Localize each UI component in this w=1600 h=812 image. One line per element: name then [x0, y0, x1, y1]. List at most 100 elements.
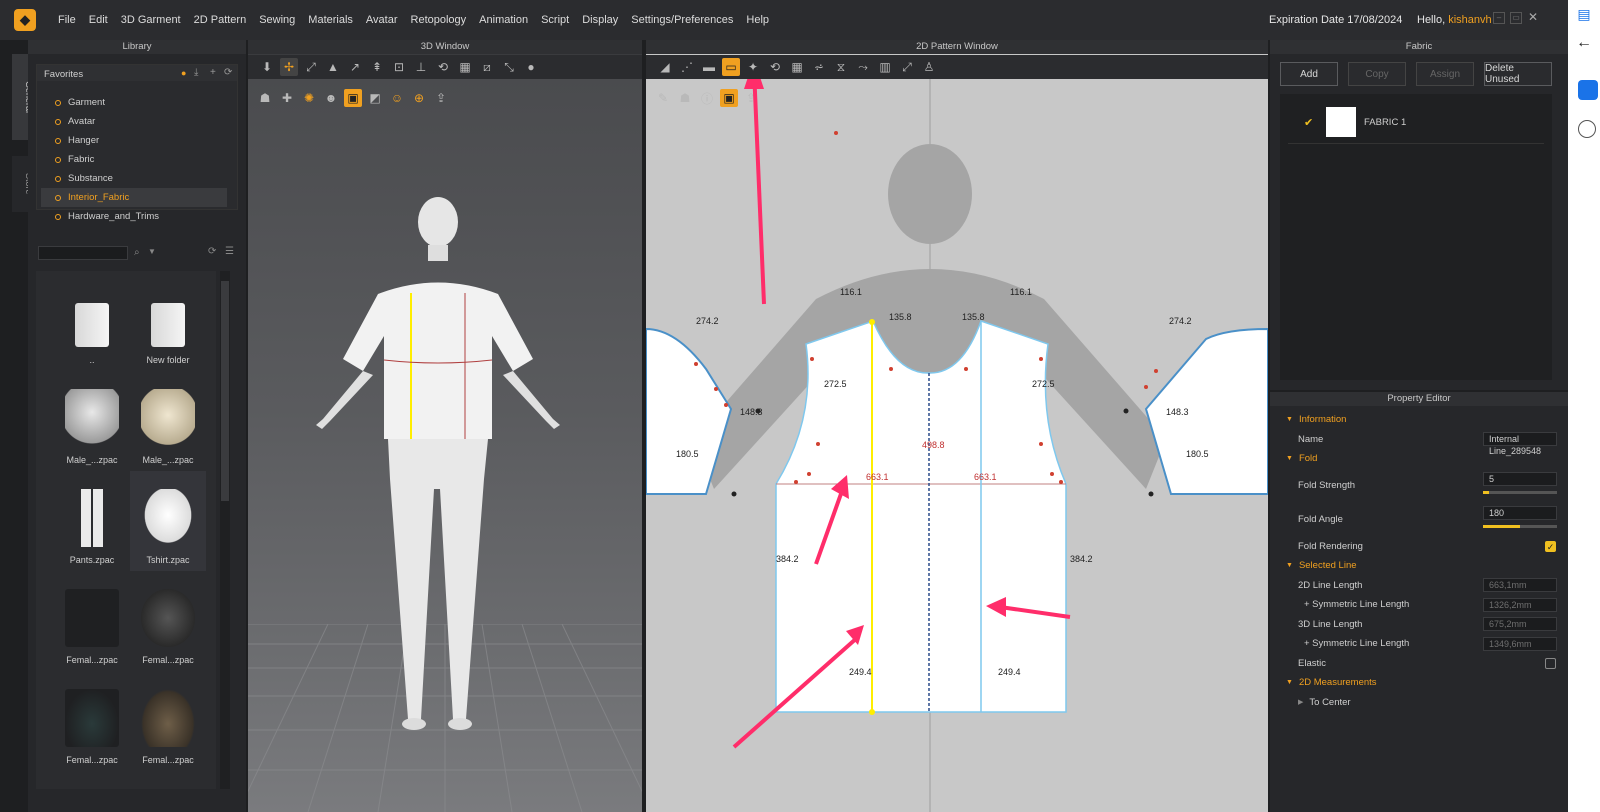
fold-strength-slider[interactable]: [1483, 490, 1557, 494]
internal-line-icon[interactable]: ✦: [744, 58, 762, 76]
window-3d-title: 3D Window: [420, 41, 470, 52]
fold-angle-field[interactable]: 180: [1483, 505, 1557, 520]
measure-icon[interactable]: ⧄: [478, 58, 496, 76]
fav-interior-fabric[interactable]: Interior_Fabric: [41, 188, 227, 207]
username-link[interactable]: kishanvh: [1448, 14, 1491, 26]
menu-3d-garment[interactable]: 3D Garment: [121, 14, 181, 26]
search-dropdown-icon[interactable]: ▼: [148, 247, 156, 256]
library-item-male-jacket[interactable]: Male_...zpac: [130, 371, 206, 471]
fav-avatar[interactable]: Avatar: [41, 112, 227, 131]
pin-icon[interactable]: ⊥: [412, 58, 430, 76]
fabric-assign-button[interactable]: Assign: [1416, 62, 1474, 86]
sym2d-label: + Symmetric Line Length: [1304, 599, 1410, 611]
menu-sewing[interactable]: Sewing: [259, 14, 295, 26]
library-item-pants[interactable]: Pants.zpac: [54, 471, 130, 571]
menu-edit[interactable]: Edit: [89, 14, 108, 26]
menu-display[interactable]: Display: [582, 14, 618, 26]
point-icon[interactable]: ●: [522, 58, 540, 76]
library-item-female-3[interactable]: Femal...zpac: [54, 671, 130, 771]
fav-garment[interactable]: Garment: [41, 93, 227, 112]
library-item-tshirt[interactable]: Tshirt.zpac: [130, 471, 206, 571]
download-icon[interactable]: ⤓: [194, 67, 198, 78]
menu-script[interactable]: Script: [541, 14, 569, 26]
line-tool-icon[interactable]: ↗: [346, 58, 364, 76]
pleat-icon[interactable]: ▥: [876, 58, 894, 76]
viewport-2d[interactable]: ✎ ☗ ⓘ ▣ ⇪ 116.1 135.8 135.8 116.1 274.2 …: [646, 79, 1268, 812]
library-item-label: Male_...zpac: [66, 455, 118, 465]
name-field[interactable]: Internal Line_289548: [1483, 432, 1557, 456]
menu-2d-pattern[interactable]: 2D Pattern: [194, 14, 247, 26]
fav-hardware-and-trims[interactable]: Hardware_and_Trims: [41, 207, 227, 226]
garment-tool-icon[interactable]: ▲: [324, 58, 342, 76]
library-refresh-icon[interactable]: ⟳: [208, 246, 216, 257]
viewport-3d[interactable]: ☗ ✚ ✺ ☻ ▣ ◩ ☺ ⊕ ⇪: [248, 79, 642, 812]
gizmo-icon[interactable]: ⇞: [368, 58, 386, 76]
menu-retopology[interactable]: Retopology: [411, 14, 467, 26]
doc-icon[interactable]: ▤: [1572, 6, 1596, 24]
tack-icon[interactable]: ⊡: [390, 58, 408, 76]
fold-arrangement-icon[interactable]: ▭: [722, 58, 740, 76]
to-center-row[interactable]: ▶ To Center: [1270, 693, 1568, 713]
section-information[interactable]: ▼ Information: [1270, 410, 1568, 430]
elastic-checkbox[interactable]: [1545, 657, 1556, 669]
menu-help[interactable]: Help: [746, 14, 769, 26]
library-scrollbar[interactable]: [220, 271, 230, 789]
library-search-input[interactable]: [38, 246, 128, 260]
library-scrollbar-thumb[interactable]: [221, 281, 229, 501]
property-editor-title: Property Editor: [1387, 393, 1451, 404]
fav-fabric[interactable]: Fabric: [41, 150, 227, 169]
library-item-parent-folder[interactable]: ..: [54, 271, 130, 371]
measure-2d-icon[interactable]: ⤢: [898, 58, 916, 76]
grid-icon[interactable]: ▦: [456, 58, 474, 76]
segment-sewing-icon[interactable]: ⧖: [832, 58, 850, 76]
fabric-copy-button[interactable]: Copy: [1348, 62, 1406, 86]
fabric-add-button[interactable]: Add: [1280, 62, 1338, 86]
window-2d: 2D Pattern Window ◢ ⋰ ▬ ▭ ✦ ⟲ ▦ ⩫ ⧖ ⤳ ▥ …: [646, 40, 1268, 812]
library-item-female-4[interactable]: Femal...zpac: [130, 671, 206, 771]
add-favorite-icon[interactable]: +: [210, 67, 216, 78]
fav-hanger[interactable]: Hanger: [41, 131, 227, 150]
account-icon[interactable]: [1578, 120, 1596, 138]
tape-icon[interactable]: ⤡: [500, 58, 518, 76]
move-icon[interactable]: ✢: [280, 58, 298, 76]
fold-angle-slider[interactable]: [1483, 524, 1557, 528]
menu-settings[interactable]: Settings/Preferences: [631, 14, 733, 26]
section-selected-line[interactable]: ▼ Selected Line: [1270, 556, 1568, 576]
minimize-button[interactable]: –: [1493, 12, 1505, 24]
library-item-male-hoodie[interactable]: Male_...zpac: [54, 371, 130, 471]
polygon-icon[interactable]: ▬: [700, 58, 718, 76]
edit-pattern-icon[interactable]: ⋰: [678, 58, 696, 76]
menu-materials[interactable]: Materials: [308, 14, 353, 26]
sewing-icon[interactable]: ⩫: [810, 58, 828, 76]
back-arrow-icon[interactable]: ←: [1572, 34, 1596, 52]
fav-bullet-icon: [55, 118, 61, 125]
trace-icon[interactable]: ⟲: [766, 58, 784, 76]
fold-rendering-checkbox[interactable]: ✓: [1545, 540, 1556, 552]
menu-file[interactable]: File: [58, 14, 76, 26]
select-mesh-icon[interactable]: ⤢: [302, 58, 320, 76]
library-item-female-1[interactable]: Femal...zpac: [54, 571, 130, 671]
menu-avatar[interactable]: Avatar: [366, 14, 398, 26]
docs-app-icon[interactable]: [1578, 80, 1598, 100]
list-view-icon[interactable]: ☰: [225, 246, 234, 257]
close-window-button[interactable]: ✕: [1527, 11, 1539, 24]
refresh-icon[interactable]: ⟳: [224, 67, 232, 78]
search-icon[interactable]: ⌕: [134, 247, 140, 258]
menu-animation[interactable]: Animation: [479, 14, 528, 26]
free-sewing-icon[interactable]: ⤳: [854, 58, 872, 76]
fabric-delete-unused-button[interactable]: Delete Unused: [1484, 62, 1552, 86]
section-2d-measurements[interactable]: ▼ 2D Measurements: [1270, 673, 1568, 693]
fold-strength-field[interactable]: 5: [1483, 471, 1557, 486]
library-item-female-2[interactable]: Femal...zpac: [130, 571, 206, 671]
fav-substance[interactable]: Substance: [41, 169, 227, 188]
fold-icon[interactable]: ⟲: [434, 58, 452, 76]
restore-button[interactable]: ▭: [1510, 12, 1522, 24]
select-icon[interactable]: ⬇: [258, 58, 276, 76]
transform-pattern-icon[interactable]: ◢: [656, 58, 674, 76]
fabric-item[interactable]: ✔ FABRIC 1: [1288, 104, 1544, 144]
favorite-star-icon[interactable]: ●: [181, 68, 186, 78]
tshirt-tool-icon[interactable]: ♙: [920, 58, 938, 76]
library-item-new-folder[interactable]: New folder: [130, 271, 206, 371]
grid-2d-icon[interactable]: ▦: [788, 58, 806, 76]
line3d-label: 3D Line Length: [1298, 618, 1363, 630]
